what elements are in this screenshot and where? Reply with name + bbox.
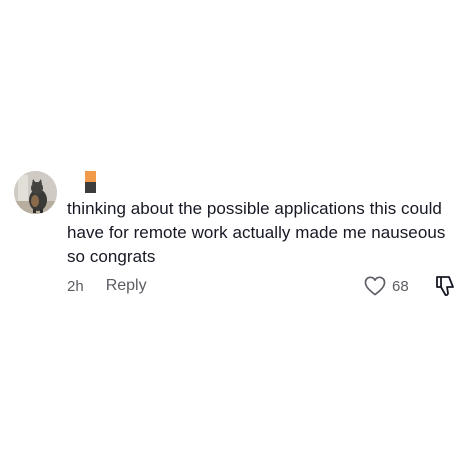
heart-outline-icon [364,276,386,296]
reply-button[interactable]: Reply [106,277,147,295]
dislike-button[interactable] [434,274,458,298]
comment-timestamp: 2h [67,277,84,295]
cat-avatar-icon [14,171,57,214]
like-button[interactable]: 68 [364,274,409,298]
username-redacted[interactable] [85,171,96,193]
like-count: 68 [392,277,409,295]
username-block-bottom [85,182,96,193]
comment-text: thinking about the possible applications… [67,199,446,266]
user-avatar[interactable] [14,171,57,214]
username-block-top [85,171,96,182]
comment-item: thinking about the possible applications… [0,0,474,474]
comment-meta: 2h Reply [67,275,147,297]
thumbs-down-icon [436,276,454,297]
